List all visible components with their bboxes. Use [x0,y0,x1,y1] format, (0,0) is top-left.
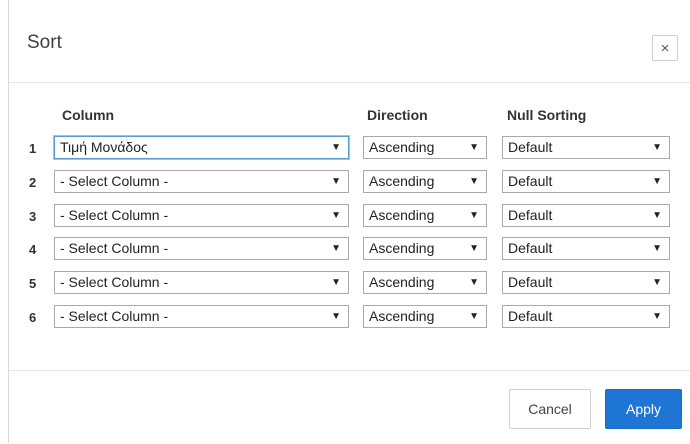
sort-row-1: 1 Τιμή Μονάδος ▼ Ascending ▼ Default ▼ [9,136,690,162]
cancel-button[interactable]: Cancel [509,389,591,429]
row-number: 2 [29,175,37,190]
sort-row-5: 5 - Select Column - ▼ Ascending ▼ Defaul… [9,271,690,297]
column-select[interactable]: - Select Column - ▼ [54,204,349,227]
dropdown-arrow-icon: ▼ [469,176,479,187]
row-number: 4 [29,242,37,257]
select-value: - Select Column - [60,240,169,256]
null-sorting-select[interactable]: Default ▼ [502,136,670,159]
select-value: Ascending [369,139,435,155]
dropdown-arrow-icon: ▼ [331,243,341,254]
dropdown-arrow-icon: ▼ [652,142,662,153]
direction-select[interactable]: Ascending ▼ [363,271,487,294]
select-value: Ascending [369,173,435,189]
column-select[interactable]: - Select Column - ▼ [54,237,349,260]
dropdown-arrow-icon: ▼ [652,277,662,288]
direction-select[interactable]: Ascending ▼ [363,136,487,159]
direction-header: Direction [367,107,428,123]
row-number: 6 [29,310,37,325]
dialog-footer: Cancel Apply [9,370,690,444]
apply-button[interactable]: Apply [605,389,682,429]
column-select[interactable]: Τιμή Μονάδος ▼ [54,136,349,159]
dropdown-arrow-icon: ▼ [331,210,341,221]
sort-dialog: Sort × Column Direction Null Sorting 1 Τ… [9,0,690,443]
sort-row-6: 6 - Select Column - ▼ Ascending ▼ Defaul… [9,305,690,331]
dropdown-arrow-icon: ▼ [469,243,479,254]
dialog-title: Sort [27,32,62,53]
dropdown-arrow-icon: ▼ [331,176,341,187]
null-sorting-select[interactable]: Default ▼ [502,271,670,294]
select-value: Default [508,207,553,223]
dropdown-arrow-icon: ▼ [652,176,662,187]
dropdown-arrow-icon: ▼ [469,210,479,221]
select-value: Ascending [369,240,435,256]
null-sorting-select[interactable]: Default ▼ [502,204,670,227]
sort-row-3: 3 - Select Column - ▼ Ascending ▼ Defaul… [9,204,690,230]
close-icon: × [660,40,670,57]
sort-row-4: 4 - Select Column - ▼ Ascending ▼ Defaul… [9,237,690,263]
select-value: - Select Column - [60,308,169,324]
row-number: 5 [29,276,37,291]
dropdown-arrow-icon: ▼ [652,243,662,254]
dropdown-arrow-icon: ▼ [652,210,662,221]
direction-select[interactable]: Ascending ▼ [363,305,487,328]
select-value: Default [508,139,553,155]
select-value: - Select Column - [60,207,169,223]
close-button[interactable]: × [652,35,678,61]
column-select[interactable]: - Select Column - ▼ [54,271,349,294]
select-value: - Select Column - [60,274,169,290]
dropdown-arrow-icon: ▼ [652,311,662,322]
select-value: - Select Column - [60,173,169,189]
column-select[interactable]: - Select Column - ▼ [54,305,349,328]
dropdown-arrow-icon: ▼ [331,311,341,322]
dropdown-arrow-icon: ▼ [331,142,341,153]
direction-select[interactable]: Ascending ▼ [363,204,487,227]
select-value: Default [508,308,553,324]
select-value: Ascending [369,274,435,290]
dropdown-arrow-icon: ▼ [469,311,479,322]
row-number: 3 [29,209,37,224]
column-header: Column [62,107,115,123]
null-sorting-header: Null Sorting [507,107,587,123]
null-sorting-select[interactable]: Default ▼ [502,237,670,260]
direction-select[interactable]: Ascending ▼ [363,237,487,260]
direction-select[interactable]: Ascending ▼ [363,170,487,193]
select-value: Ascending [369,207,435,223]
null-sorting-select[interactable]: Default ▼ [502,170,670,193]
column-select[interactable]: - Select Column - ▼ [54,170,349,193]
select-value: Default [508,240,553,256]
dropdown-arrow-icon: ▼ [469,142,479,153]
dropdown-arrow-icon: ▼ [331,277,341,288]
select-value: Ascending [369,308,435,324]
select-value: Τιμή Μονάδος [60,139,148,155]
dropdown-arrow-icon: ▼ [469,277,479,288]
select-value: Default [508,173,553,189]
null-sorting-select[interactable]: Default ▼ [502,305,670,328]
sort-row-2: 2 - Select Column - ▼ Ascending ▼ Defaul… [9,170,690,196]
select-value: Default [508,274,553,290]
row-number: 1 [29,141,37,156]
dialog-header: Sort × [9,0,690,83]
